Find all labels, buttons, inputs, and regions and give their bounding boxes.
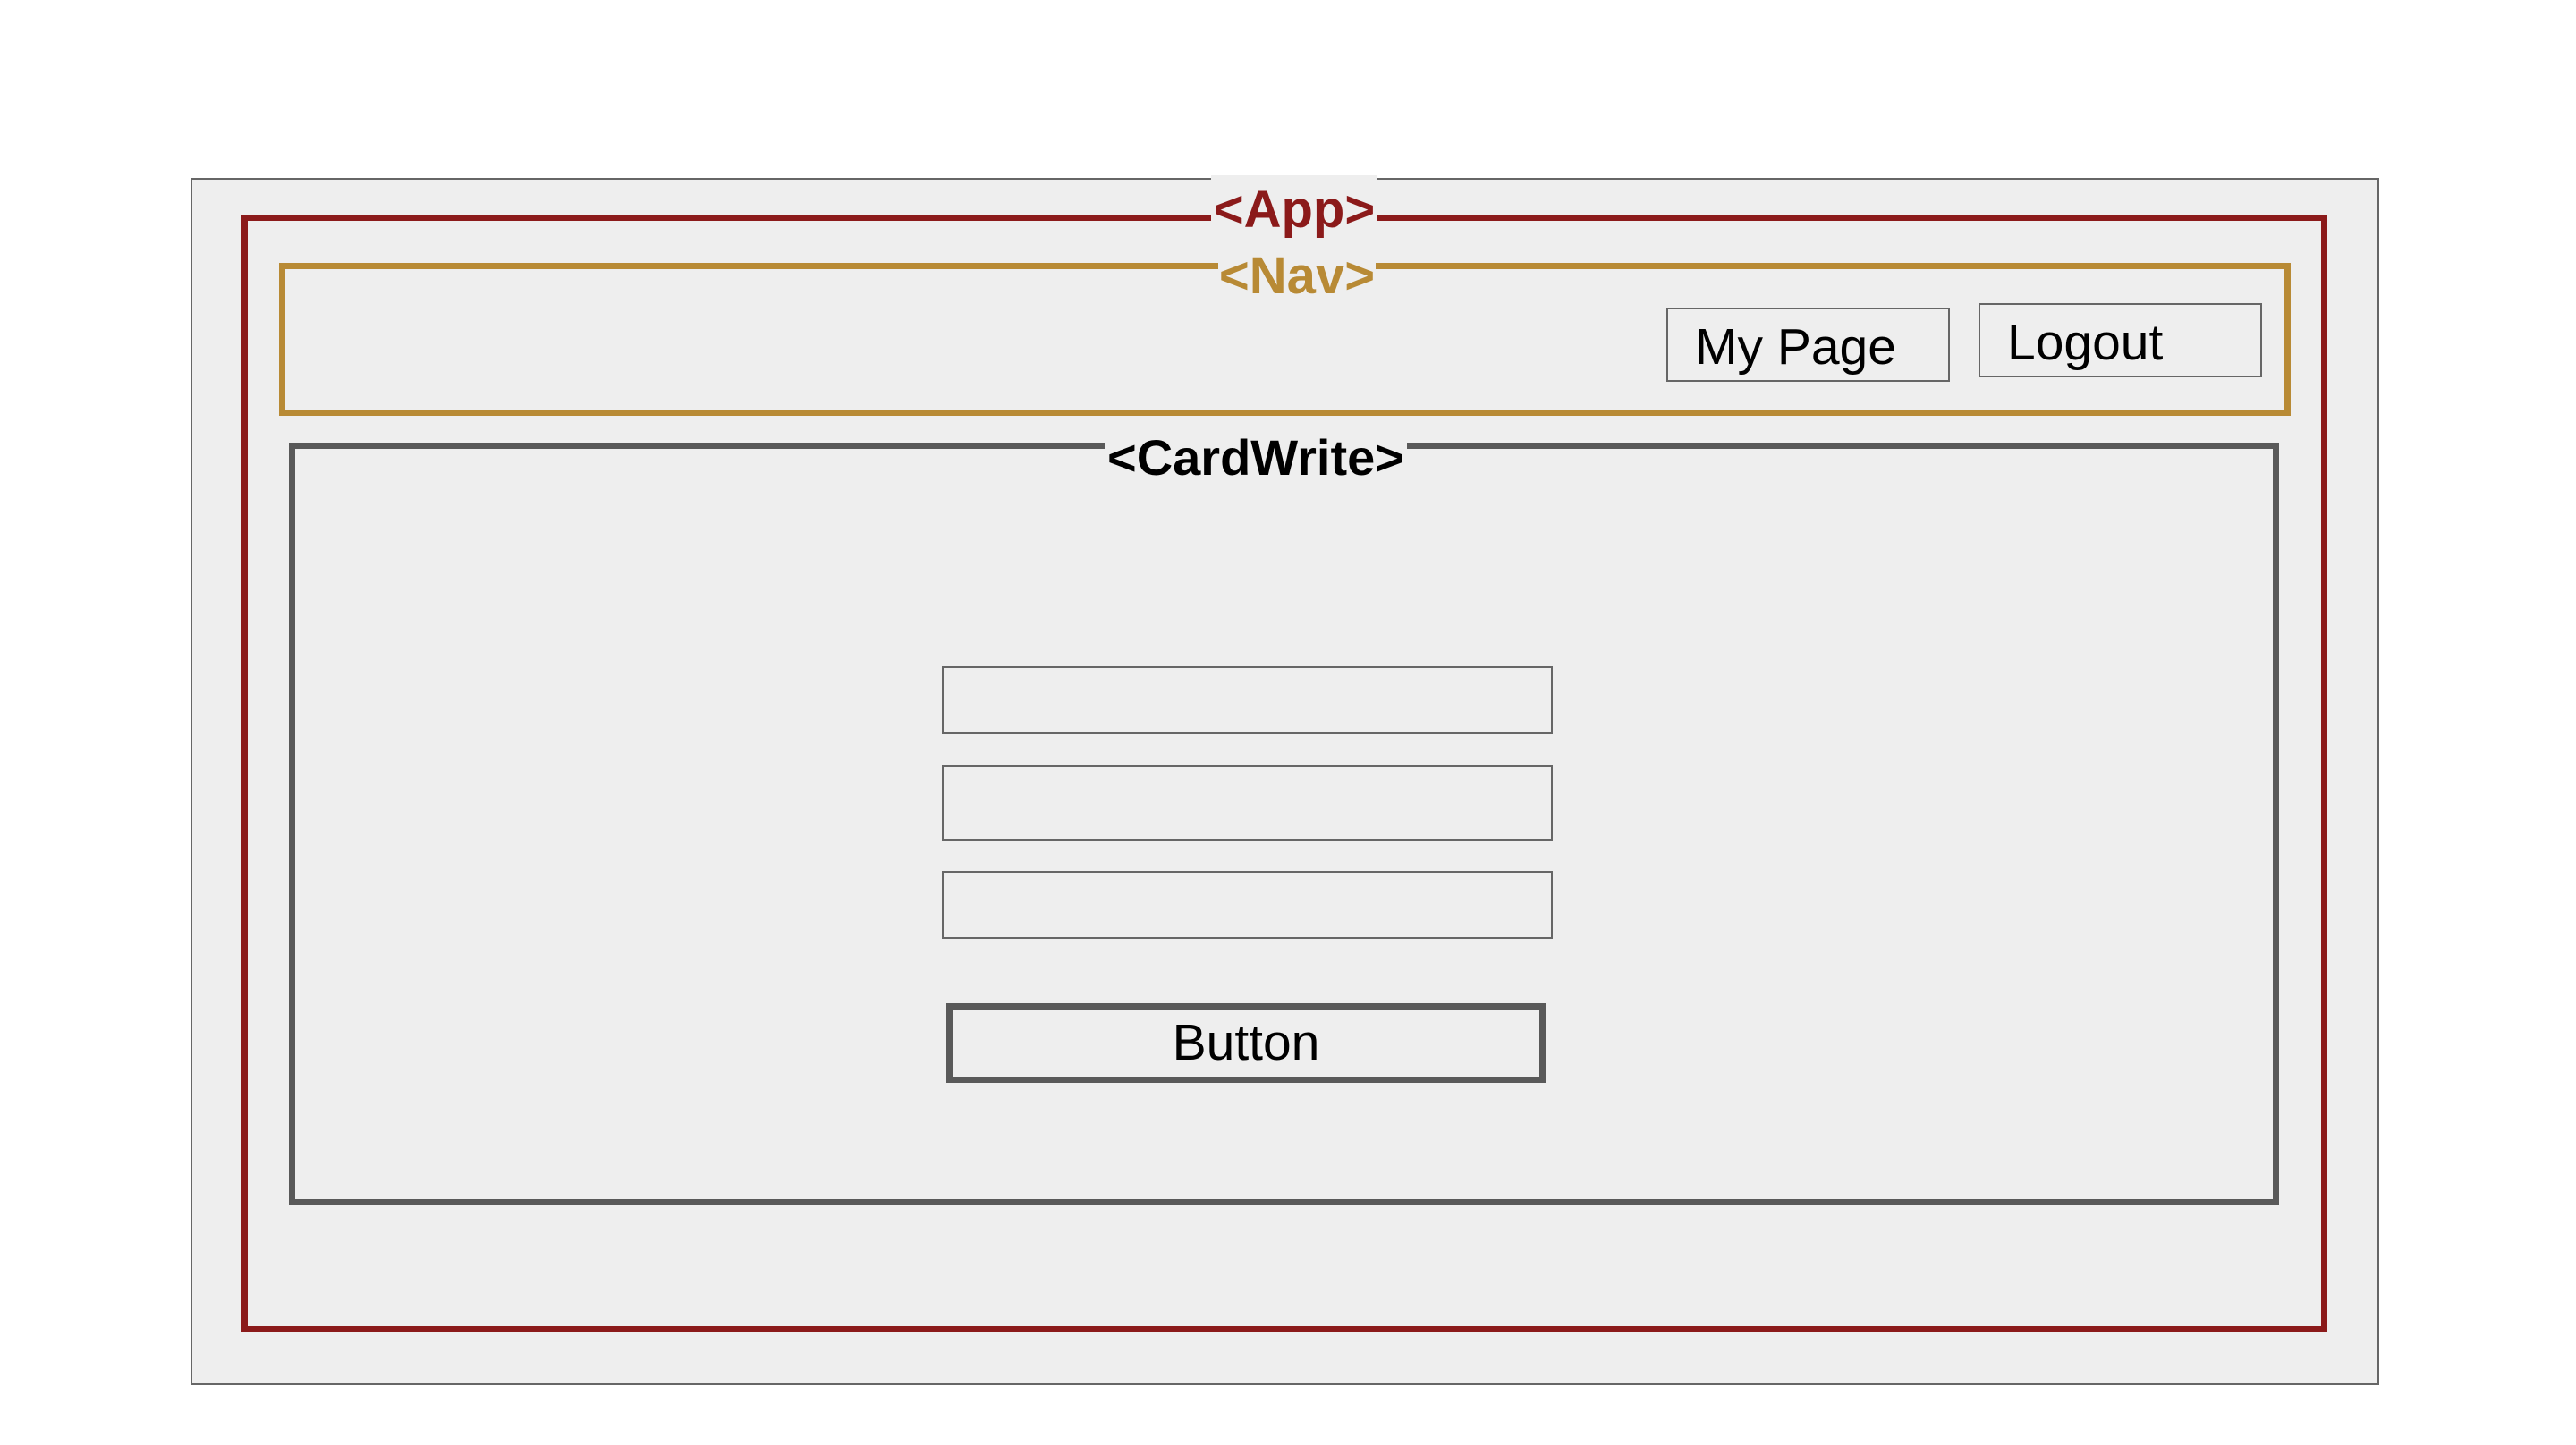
logout-button[interactable]: Logout: [1979, 303, 2262, 377]
my-page-button[interactable]: My Page: [1666, 308, 1950, 382]
app-component-label: <App>: [1211, 175, 1377, 245]
card-submit-button[interactable]: Button: [946, 1003, 1546, 1083]
card-input-field-1[interactable]: [942, 666, 1553, 734]
nav-component-label: <Nav>: [1218, 247, 1376, 305]
card-input-field-3[interactable]: [942, 871, 1553, 939]
cardwrite-component-label: <CardWrite>: [1105, 433, 1407, 488]
card-input-field-2[interactable]: [942, 765, 1553, 841]
